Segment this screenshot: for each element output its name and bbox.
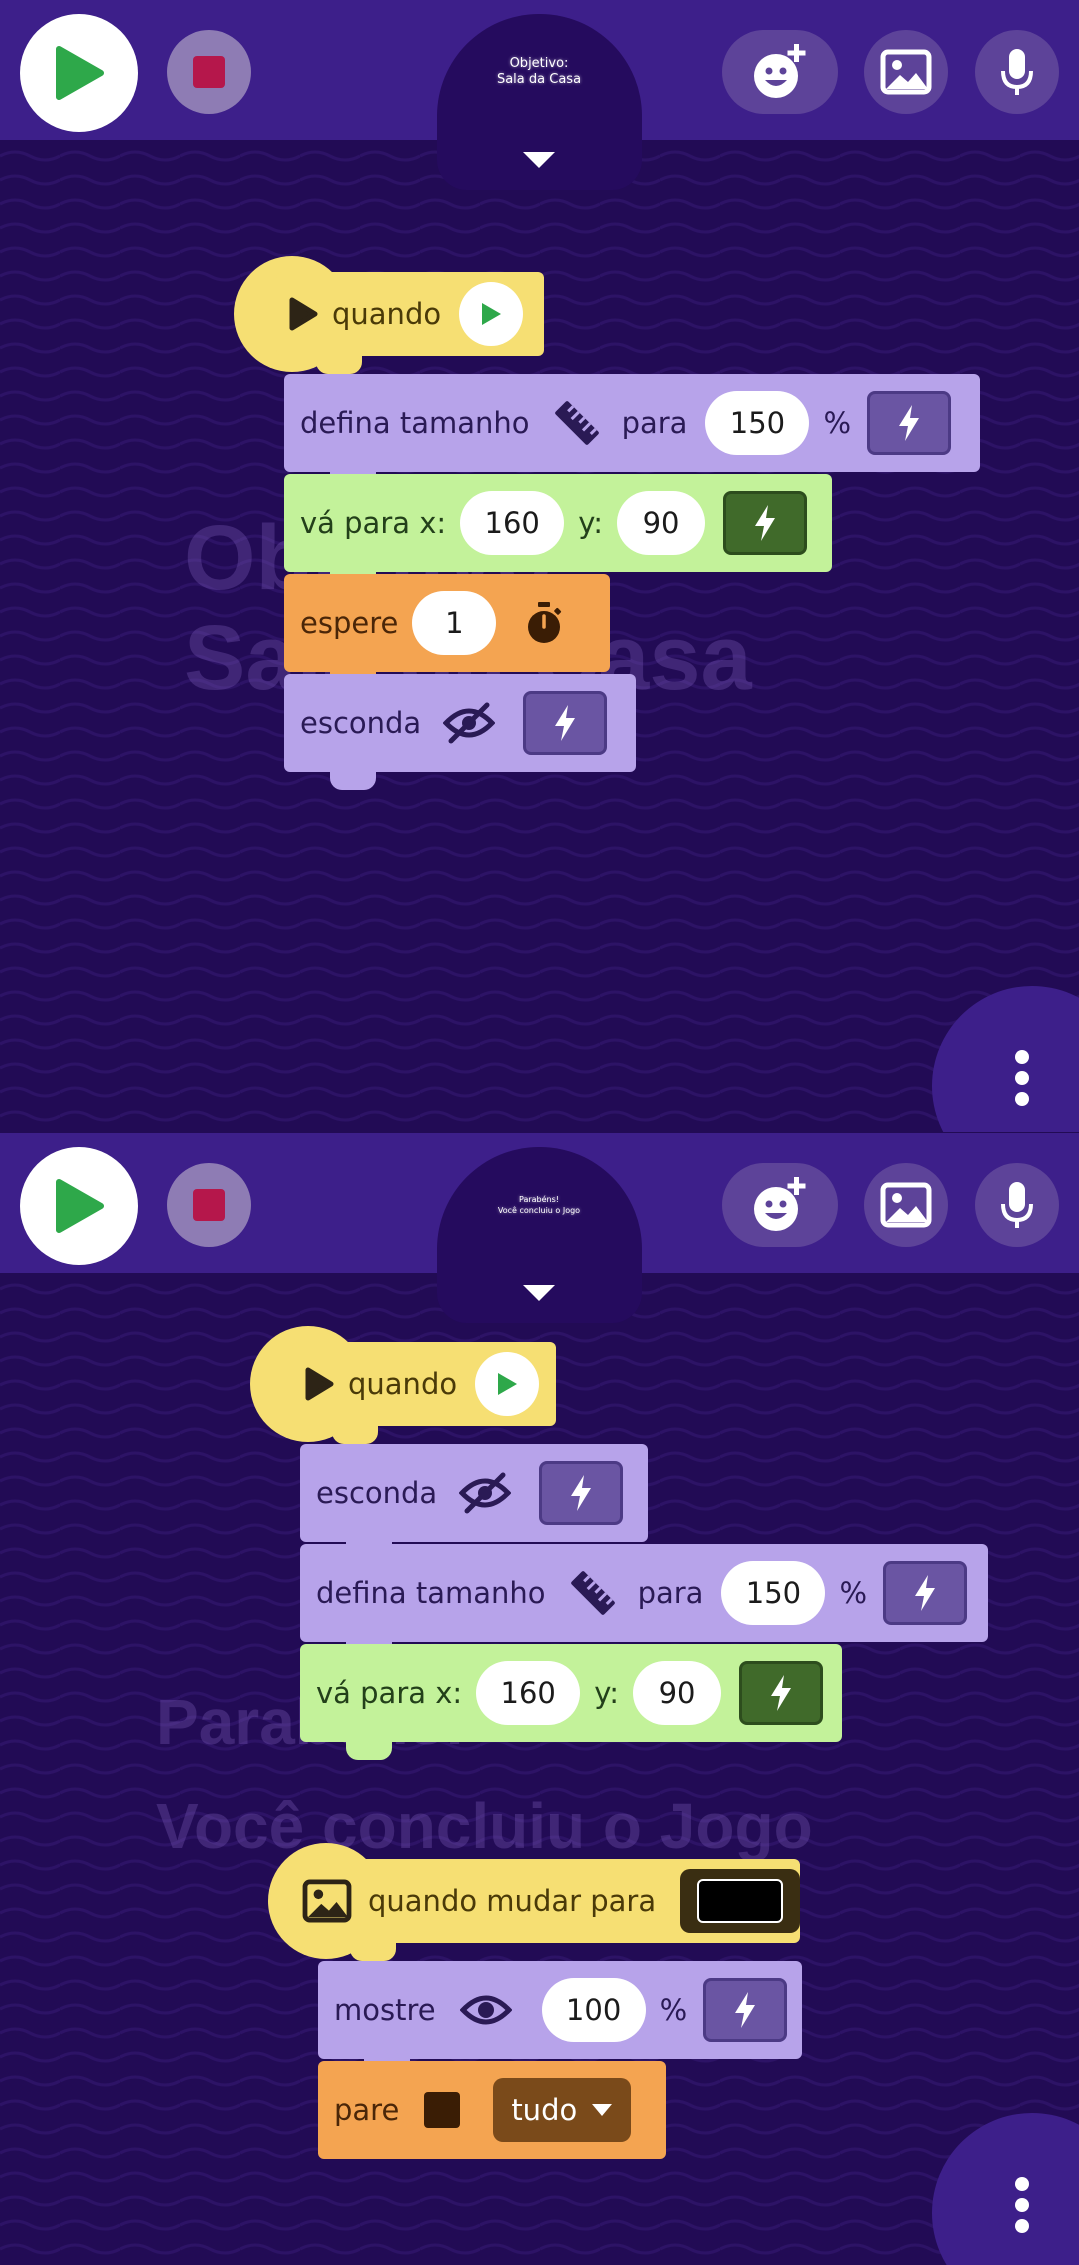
- x-value-input[interactable]: 160: [460, 491, 565, 555]
- block-label: esconda: [300, 706, 422, 740]
- stop-icon: [193, 1189, 225, 1221]
- show-value-input[interactable]: 100: [541, 1978, 646, 2042]
- eye-off-icon: [443, 701, 496, 745]
- block-label: quando mudar para: [368, 1884, 657, 1918]
- set-size-block[interactable]: defina tamanho para 150 %: [284, 374, 980, 490]
- more-vert-icon[interactable]: [1012, 1050, 1032, 1106]
- image-icon: [880, 49, 932, 95]
- stop-button[interactable]: [167, 1163, 251, 1247]
- play-icon: [56, 1179, 104, 1233]
- size-value-input[interactable]: 150: [721, 1561, 826, 1625]
- y-value-input[interactable]: 90: [617, 491, 706, 555]
- play-icon: [304, 1367, 334, 1401]
- backdrop-swatch: [697, 1879, 784, 1923]
- go-to-xy-block[interactable]: vá para x: 160 y: 90: [300, 1644, 842, 1760]
- image-icon: [880, 1182, 932, 1228]
- block-label: defina tamanho: [316, 1576, 546, 1610]
- chevron-down-icon: [592, 2104, 613, 2116]
- block-label: mostre: [334, 1993, 436, 2027]
- block-label: espere: [300, 606, 399, 640]
- caret-down-icon[interactable]: [523, 152, 555, 168]
- stop-target-dropdown[interactable]: tudo: [493, 2078, 632, 2142]
- play-button[interactable]: [20, 14, 138, 132]
- percent-label: %: [839, 1576, 867, 1610]
- microphone-icon: [1001, 1182, 1033, 1228]
- wait-value-input[interactable]: 1: [412, 591, 497, 655]
- stop-button[interactable]: [167, 30, 251, 114]
- go-to-xy-block[interactable]: vá para x: 160 y: 90: [284, 474, 832, 590]
- set-size-block[interactable]: defina tamanho para 150 %: [300, 1544, 988, 1660]
- dropdown-value: tudo: [511, 2093, 578, 2127]
- stopwatch-icon: [524, 601, 564, 645]
- stop-all-block[interactable]: pare tudo: [318, 2061, 666, 2159]
- when-flag-clicked-block[interactable]: quando: [234, 256, 546, 376]
- when-flag-clicked-block[interactable]: quando: [250, 1326, 562, 1446]
- percent-label: %: [823, 406, 851, 440]
- lightning-icon[interactable]: [867, 391, 951, 455]
- play-icon: [288, 297, 318, 331]
- connector-label: para: [637, 1576, 704, 1610]
- y-label: y:: [594, 1676, 620, 1710]
- image-icon: [302, 1879, 352, 1923]
- play-button[interactable]: [20, 1147, 138, 1265]
- percent-label: %: [659, 1993, 688, 2027]
- eye-icon: [459, 1992, 512, 2028]
- sound-button[interactable]: [975, 1163, 1059, 1247]
- add-character-button[interactable]: [722, 1163, 838, 1247]
- goal-title: Parabéns! Você concluiu o Jogo: [497, 1195, 581, 1215]
- stop-square-icon: [423, 2091, 461, 2129]
- add-character-button[interactable]: [722, 30, 838, 114]
- y-value-input[interactable]: 90: [633, 1661, 722, 1725]
- lightning-icon[interactable]: [523, 691, 608, 755]
- microphone-icon: [1001, 49, 1033, 95]
- block-label: quando: [332, 297, 442, 331]
- green-flag-icon: [459, 282, 524, 346]
- eye-off-icon: [459, 1471, 512, 1515]
- add-character-icon: [754, 44, 806, 98]
- block-label: pare: [334, 2093, 400, 2127]
- ruler-icon: [552, 398, 602, 448]
- add-character-icon: [754, 1177, 806, 1231]
- block-label: vá para x:: [316, 1676, 463, 1710]
- ruler-icon: [568, 1568, 618, 1618]
- backdrop-select[interactable]: [680, 1869, 801, 1933]
- background-image-button[interactable]: [864, 1163, 948, 1247]
- wait-block[interactable]: espere 1: [284, 574, 610, 690]
- background-image-button[interactable]: [864, 30, 948, 114]
- x-value-input[interactable]: 160: [476, 1661, 581, 1725]
- show-block[interactable]: mostre 100 %: [318, 1961, 802, 2077]
- size-value-input[interactable]: 150: [705, 391, 810, 455]
- hide-block[interactable]: esconda: [284, 674, 636, 790]
- caret-down-icon[interactable]: [523, 1285, 555, 1301]
- green-flag-icon: [475, 1352, 540, 1416]
- when-backdrop-switches-block[interactable]: quando mudar para: [268, 1843, 802, 1963]
- more-menu-button[interactable]: [932, 2113, 1079, 2265]
- hide-block[interactable]: esconda: [300, 1444, 648, 1560]
- lightning-icon[interactable]: [739, 1661, 824, 1725]
- more-menu-button[interactable]: [932, 986, 1079, 1132]
- lightning-icon[interactable]: [723, 491, 808, 555]
- block-label: quando: [348, 1367, 458, 1401]
- lightning-icon[interactable]: [703, 1978, 788, 2042]
- editor-panel-2: Parabéns! Você concluiu o Jogo Parabéns!…: [0, 1133, 1079, 2265]
- play-icon: [56, 46, 104, 100]
- block-label: esconda: [316, 1476, 438, 1510]
- lightning-icon[interactable]: [883, 1561, 967, 1625]
- block-label: defina tamanho: [300, 406, 530, 440]
- connector-label: para: [621, 406, 688, 440]
- stop-icon: [193, 56, 225, 88]
- y-label: y:: [578, 506, 604, 540]
- lightning-icon[interactable]: [539, 1461, 624, 1525]
- editor-panel-1: Objetivo: Sala da Casa Objetivo: Sala da…: [0, 0, 1079, 1132]
- block-label: vá para x:: [300, 506, 447, 540]
- sound-button[interactable]: [975, 30, 1059, 114]
- goal-title: Objetivo: Sala da Casa: [496, 56, 582, 87]
- more-vert-icon[interactable]: [1012, 2177, 1032, 2233]
